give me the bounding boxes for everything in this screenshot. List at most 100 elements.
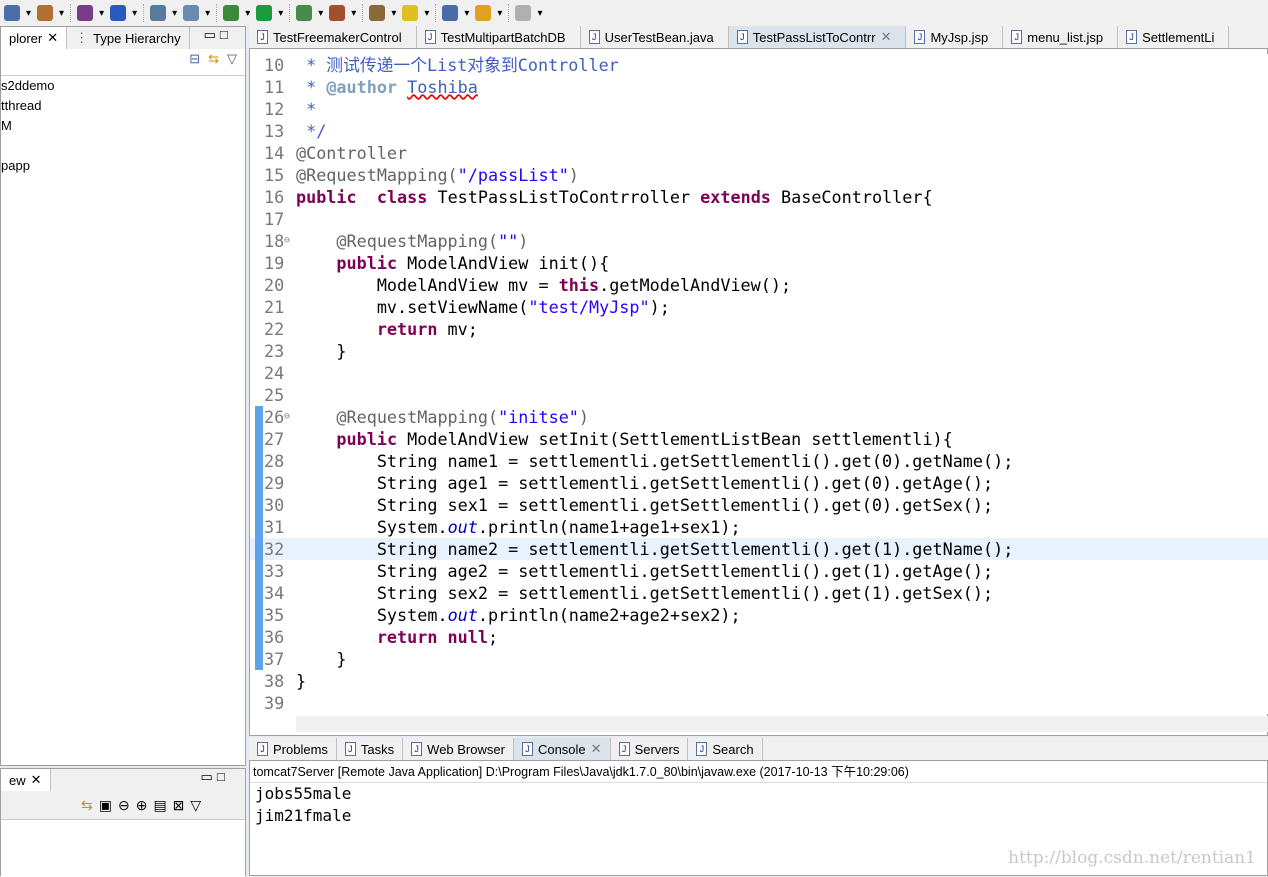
tools-icon[interactable] xyxy=(329,5,346,21)
code-token: } xyxy=(296,671,307,691)
code-token: public xyxy=(336,253,398,273)
zoom-out-icon[interactable]: ⊖ xyxy=(118,797,130,814)
tab-testpasslisttocontrr[interactable]: J TestPassListToContrr ✕ xyxy=(728,26,907,48)
tab-console[interactable]: J Console ✕ xyxy=(513,738,611,760)
close-icon[interactable]: ✕ xyxy=(47,30,58,46)
code-token: ); xyxy=(649,297,670,317)
print-icon[interactable] xyxy=(4,5,20,21)
tree-item[interactable]: papp xyxy=(1,156,245,176)
code-token: return xyxy=(376,319,438,339)
dropdown-arrow-icon[interactable]: ▾ xyxy=(26,8,31,19)
actual-size-icon[interactable]: ▤ xyxy=(153,797,166,814)
code-token: @Controller xyxy=(296,143,408,163)
tab-menu-list-jsp[interactable]: Jmenu_list.jsp xyxy=(1003,26,1119,48)
package-icon[interactable] xyxy=(77,5,94,21)
line-number: 12 xyxy=(264,99,285,119)
tab-tasks[interactable]: J Tasks xyxy=(337,738,404,760)
dropdown-arrow-icon[interactable]: ▾ xyxy=(424,8,429,19)
dropdown-arrow-icon[interactable]: ▾ xyxy=(391,8,396,19)
dropdown-arrow-icon[interactable]: ▾ xyxy=(318,8,323,19)
tab-servers[interactable]: J Servers xyxy=(611,738,689,760)
tab-label: ew xyxy=(9,772,26,788)
close-icon[interactable]: ✕ xyxy=(881,29,892,45)
tab-search[interactable]: J Search xyxy=(688,738,763,760)
tab-view[interactable]: ew ✕ xyxy=(1,769,51,791)
tab-myjsp-jsp[interactable]: J MyJsp.jsp xyxy=(906,26,1004,48)
tab-web-browser[interactable]: J Web Browser xyxy=(403,738,514,760)
line-number: 25 xyxy=(264,385,285,405)
view-menu-icon[interactable]: ▽ xyxy=(227,51,237,67)
close-icon[interactable]: ✕ xyxy=(591,741,602,757)
view-menu-icon[interactable]: ▽ xyxy=(190,797,201,814)
open-type-icon[interactable] xyxy=(369,5,386,21)
java-file-icon: J xyxy=(1126,30,1138,44)
maximize-icon[interactable]: □ xyxy=(217,769,225,791)
tab-settlementli[interactable]: J SettlementLi xyxy=(1118,26,1230,48)
debug-icon[interactable] xyxy=(223,5,240,21)
code-token: ; xyxy=(487,627,499,647)
maximize-icon[interactable]: □ xyxy=(220,27,228,49)
console-header: tomcat7Server [Remote Java Application] … xyxy=(250,761,1267,783)
dropdown-arrow-icon[interactable]: ▾ xyxy=(172,8,177,19)
code-token: String sex1 = settlementli.getSettlement… xyxy=(296,495,994,515)
dropdown-arrow-icon[interactable]: ▾ xyxy=(497,8,502,19)
tab-problems[interactable]: J Problems xyxy=(249,738,337,760)
code-line: 27 public ModelAndView setInit(Settlemen… xyxy=(250,428,1268,450)
tab-testmultipartbatchdb[interactable]: J TestMultipartBatchDB xyxy=(417,26,581,48)
minimize-icon[interactable]: ▭ xyxy=(204,27,216,49)
search-icon[interactable] xyxy=(183,5,200,21)
dropdown-arrow-icon[interactable]: ▾ xyxy=(59,8,64,19)
line-number: 11 xyxy=(264,77,285,97)
fold-icon[interactable]: ⊖ xyxy=(284,230,290,252)
tab-testfreemakercontrol[interactable]: J TestFreemakerControl xyxy=(249,26,417,48)
class-icon[interactable] xyxy=(110,5,127,21)
jdk-icon[interactable] xyxy=(150,5,167,21)
link-with-editor-icon[interactable]: ⇆ xyxy=(208,51,219,67)
code-editor[interactable]: 10 * 测试传递一个List对象到Controller 11 * @author… xyxy=(250,54,1268,714)
back-icon[interactable] xyxy=(475,5,492,21)
code-line: 37 } xyxy=(250,648,1268,670)
code-token: .getModelAndView(); xyxy=(599,275,792,295)
fit-icon[interactable]: ⊠ xyxy=(173,797,185,814)
horizontal-scrollbar[interactable] xyxy=(296,716,1268,732)
code-token: System. xyxy=(296,517,448,537)
tree-item[interactable] xyxy=(1,136,245,156)
collapse-all-icon[interactable]: ⊟ xyxy=(189,51,200,67)
code-line: 18 ⊖ @RequestMapping("") xyxy=(250,230,1268,252)
dropdown-arrow-icon[interactable]: ▾ xyxy=(537,8,542,19)
dropdown-arrow-icon[interactable]: ▾ xyxy=(464,8,469,19)
next-annotation-icon[interactable] xyxy=(442,5,459,21)
sync-icon[interactable]: ⇆ xyxy=(81,797,93,814)
tree-item[interactable]: s2ddemo xyxy=(1,76,245,96)
code-token: @RequestMapping( xyxy=(296,231,499,251)
run-icon[interactable] xyxy=(256,5,273,21)
dropdown-arrow-icon[interactable]: ▾ xyxy=(99,8,104,19)
image-icon[interactable]: ▣ xyxy=(99,797,112,814)
tab-usertestbean-java[interactable]: J UserTestBean.java xyxy=(581,26,729,48)
dropdown-arrow-icon[interactable]: ▾ xyxy=(351,8,356,19)
line-number: 22 xyxy=(264,319,285,339)
close-icon[interactable]: ✕ xyxy=(31,772,42,788)
tree-item[interactable]: tthread xyxy=(1,96,245,116)
dropdown-arrow-icon[interactable]: ▾ xyxy=(278,8,283,19)
minimize-icon[interactable]: ▭ xyxy=(201,769,213,791)
tree-item[interactable]: M xyxy=(1,116,245,136)
code-line: 30 String sex1 = settlementli.getSettlem… xyxy=(250,494,1268,516)
coverage-icon[interactable] xyxy=(296,5,313,21)
fold-icon[interactable]: ⊖ xyxy=(284,406,290,428)
toolbar-separator xyxy=(143,4,145,22)
highlight-icon[interactable] xyxy=(402,5,419,21)
tab-package-explorer[interactable]: plorer ✕ xyxy=(1,27,68,49)
dropdown-arrow-icon[interactable]: ▾ xyxy=(132,8,137,19)
zoom-in-icon[interactable]: ⊕ xyxy=(136,797,148,814)
console-output[interactable]: jobs55male jim21fmale xyxy=(250,783,1267,827)
dropdown-arrow-icon[interactable]: ▾ xyxy=(245,8,250,19)
tab-label: SettlementLi xyxy=(1142,29,1215,45)
dropdown-arrow-icon[interactable]: ▾ xyxy=(205,8,210,19)
code-line: 20 ModelAndView mv = this.getModelAndVie… xyxy=(250,274,1268,296)
tab-type-hierarchy[interactable]: ⋮ Type Hierarchy xyxy=(67,27,190,49)
new-project-icon[interactable] xyxy=(37,5,54,21)
forward-icon[interactable] xyxy=(515,5,532,21)
